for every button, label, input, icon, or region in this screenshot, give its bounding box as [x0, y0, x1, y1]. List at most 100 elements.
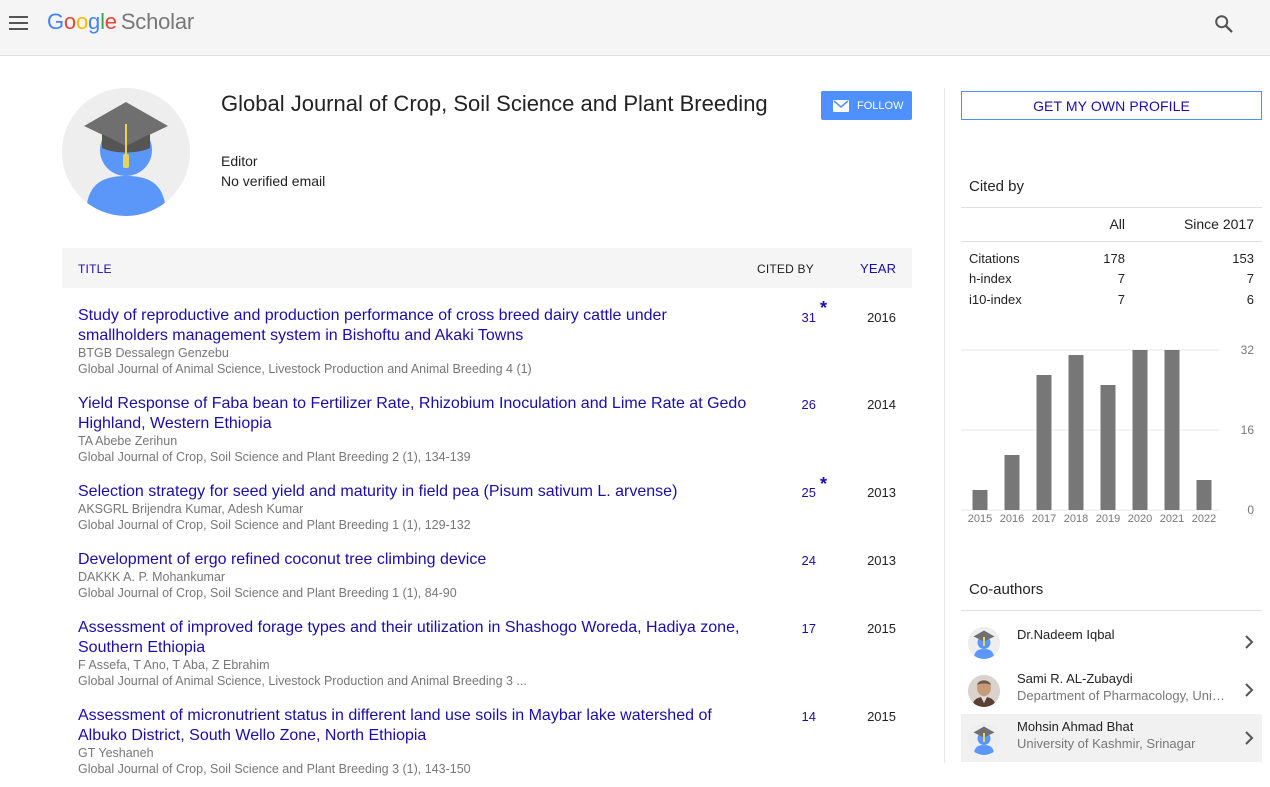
divider — [961, 207, 1262, 208]
article-title-link[interactable]: Assessment of improved forage types and … — [78, 618, 750, 658]
coauthor-name: Sami R. AL-Zubaydi — [1017, 671, 1133, 686]
logo-letter: e — [104, 9, 117, 34]
article-venue: Global Journal of Crop, Soil Science and… — [78, 762, 471, 776]
metrics-col-since: Since 2017 — [1183, 216, 1254, 232]
article-year: 2013 — [867, 485, 896, 500]
coauthors-heading: Co-authors — [969, 581, 1044, 598]
metric-since: 7 — [1246, 271, 1254, 286]
follow-label: FOLLOW — [857, 99, 904, 112]
article-title-link[interactable]: Yield Response of Faba bean to Fertilize… — [78, 394, 750, 434]
merged-citation-star[interactable]: * — [820, 474, 827, 495]
metric-label: h-index — [969, 271, 1012, 286]
metric-label: i10-index — [969, 292, 1022, 307]
get-my-own-profile-button[interactable]: GET MY OWN PROFILE — [961, 91, 1262, 120]
default-avatar-icon — [968, 627, 1000, 659]
x-tick-label: 2015 — [968, 513, 992, 525]
coauthor-avatar — [968, 627, 1000, 659]
metric-all: 7 — [1117, 292, 1125, 307]
logo-letter: o — [75, 9, 89, 34]
profile-affiliation: Editor — [221, 153, 258, 169]
logo-letter: o — [63, 9, 76, 34]
profile-email-status: No verified email — [221, 173, 326, 189]
article-year: 2014 — [867, 397, 896, 412]
chart-bar-2017[interactable] — [1036, 375, 1052, 510]
logo-scholar-word: Scholar — [120, 9, 195, 34]
chevron-right-icon — [1245, 635, 1254, 649]
y-tick-label: 0 — [1247, 503, 1254, 517]
article-year: 2013 — [867, 553, 896, 568]
cited-by-count[interactable]: 26 — [782, 397, 816, 412]
search-icon[interactable] — [1213, 13, 1235, 35]
coauthor-item[interactable]: Dr.Nadeem Iqbal — [961, 618, 1262, 666]
article-venue: Global Journal of Crop, Soil Science and… — [78, 450, 471, 464]
x-tick-label: 2020 — [1128, 513, 1152, 525]
article-venue: Global Journal of Animal Science, Livest… — [78, 362, 532, 376]
column-cited-by: CITED BY — [757, 262, 814, 276]
top-bar: Google Scholar — [0, 0, 1270, 56]
article-venue: Global Journal of Crop, Soil Science and… — [78, 518, 471, 532]
article-title-link[interactable]: Development of ergo refined coconut tree… — [78, 550, 750, 570]
chart-bar-2018[interactable] — [1068, 355, 1084, 510]
cited-by-count[interactable]: 24 — [782, 553, 816, 568]
envelope-icon — [833, 99, 849, 112]
article-venue: Global Journal of Crop, Soil Science and… — [78, 586, 457, 600]
cited-by-count[interactable]: 25 — [782, 485, 816, 500]
chart-bar-2022[interactable] — [1196, 480, 1212, 510]
coauthor-name: Dr.Nadeem Iqbal — [1017, 627, 1115, 642]
person-photo — [968, 675, 1000, 707]
article-title-link[interactable]: Assessment of micronutrient status in di… — [78, 706, 750, 746]
metric-since: 6 — [1246, 292, 1254, 307]
citations-per-year-chart: 32 16 0 2015 2016 2017 2018 2019 2020 2021 2022 — [961, 343, 1255, 525]
cited-by-count[interactable]: 14 — [782, 709, 816, 724]
article-venue: Global Journal of Animal Science, Livest… — [78, 674, 527, 688]
metric-label: Citations — [969, 251, 1020, 266]
merged-citation-star[interactable]: * — [820, 298, 827, 319]
article-authors: AKSGRL Brijendra Kumar, Adesh Kumar — [78, 502, 304, 516]
article-title-link[interactable]: Selection strategy for seed yield and ma… — [78, 482, 750, 502]
x-tick-label: 2016 — [1000, 513, 1024, 525]
articles-table-header: TITLE CITED BY YEAR — [62, 248, 912, 288]
x-tick-label: 2017 — [1032, 513, 1056, 525]
article-year: 2015 — [867, 621, 896, 636]
coauthor-avatar — [968, 723, 1000, 755]
profile-name: Global Journal of Crop, Soil Science and… — [221, 91, 768, 116]
article-authors: F Assefa, T Ano, T Aba, Z Ebrahim — [78, 658, 270, 672]
profile-avatar — [62, 88, 190, 216]
cited-by-count[interactable]: 17 — [782, 621, 816, 636]
google-scholar-logo[interactable]: Google Scholar — [47, 9, 194, 35]
article-authors: TA Abebe Zerihun — [78, 434, 178, 448]
default-avatar-icon — [968, 723, 1000, 755]
chart-bar-2015[interactable] — [972, 490, 988, 510]
coauthor-item[interactable]: Sami R. AL-Zubaydi Department of Pharmac… — [961, 666, 1262, 714]
follow-button[interactable]: FOLLOW — [821, 91, 912, 120]
y-tick-label: 16 — [1241, 423, 1255, 437]
article-authors: DAKKK A. P. Mohankumar — [78, 570, 226, 584]
hamburger-menu-icon[interactable] — [8, 12, 30, 34]
article-title-link[interactable]: Study of reproductive and production per… — [78, 306, 750, 346]
x-tick-label: 2022 — [1192, 513, 1216, 525]
x-tick-label: 2019 — [1096, 513, 1120, 525]
chart-bar-2016[interactable] — [1004, 455, 1020, 510]
article-year: 2015 — [867, 709, 896, 724]
cited-by-count[interactable]: 31 — [782, 310, 816, 325]
chart-bar-2020[interactable] — [1132, 350, 1148, 510]
y-tick-label: 32 — [1241, 343, 1255, 357]
article-authors: BTGB Dessalegn Genzebu — [78, 346, 229, 360]
metric-all: 7 — [1117, 271, 1125, 286]
coauthor-item[interactable]: Mohsin Ahmad Bhat University of Kashmir,… — [961, 714, 1262, 762]
coauthor-affiliation: Department of Pharmacology, University o… — [1017, 688, 1227, 703]
chevron-right-icon — [1245, 731, 1254, 745]
column-year-sort[interactable]: YEAR — [860, 261, 896, 276]
coauthor-name: Mohsin Ahmad Bhat — [1017, 719, 1134, 734]
metric-since: 153 — [1232, 251, 1254, 266]
divider — [961, 610, 1262, 611]
logo-letter: G — [47, 9, 64, 34]
metric-all: 178 — [1103, 251, 1125, 266]
x-tick-label: 2021 — [1160, 513, 1184, 525]
chart-bar-2021[interactable] — [1164, 350, 1180, 510]
column-title-sort[interactable]: TITLE — [78, 262, 112, 276]
chevron-right-icon — [1245, 683, 1254, 697]
divider — [961, 241, 1262, 242]
x-tick-label: 2018 — [1064, 513, 1088, 525]
chart-bar-2019[interactable] — [1100, 385, 1116, 510]
